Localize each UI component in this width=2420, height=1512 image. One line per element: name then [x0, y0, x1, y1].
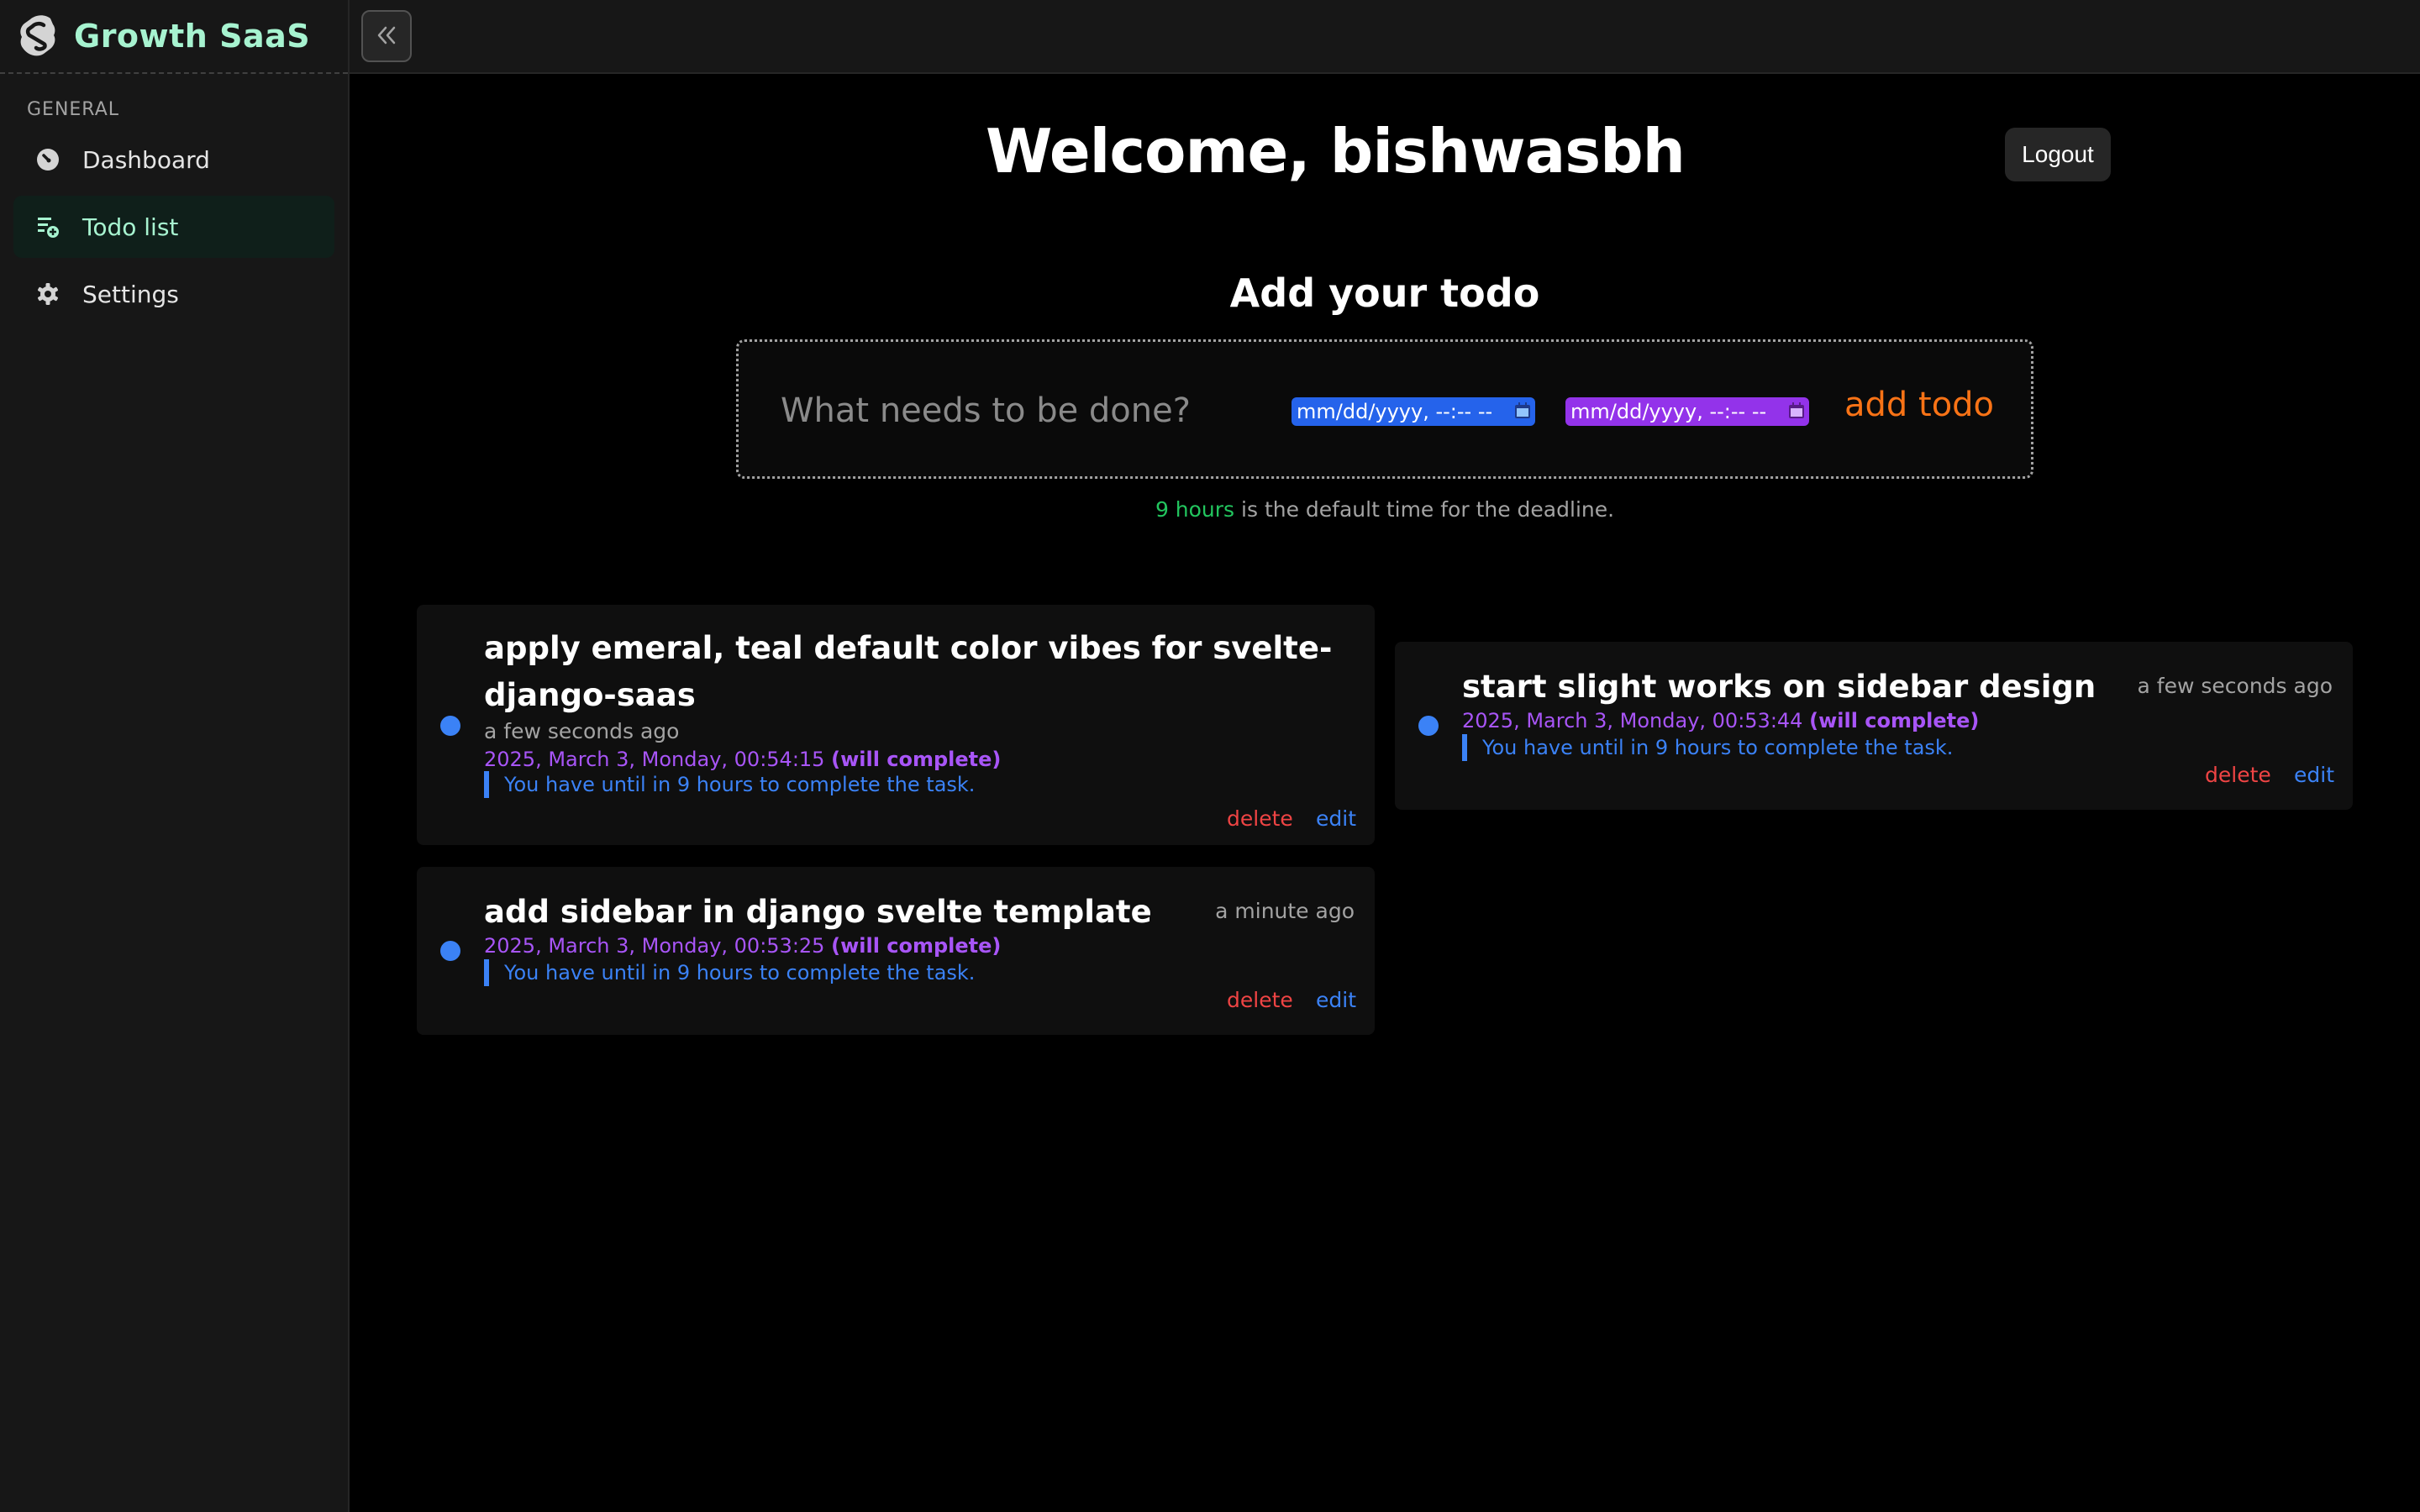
edit-button[interactable]: edit [2294, 763, 2334, 787]
topbar [350, 0, 2420, 74]
todo-status: (will complete) [831, 934, 1002, 958]
delete-button[interactable]: delete [1227, 988, 1293, 1012]
todo-note: You have until in 9 hours to complete th… [484, 959, 975, 986]
todo-deadline: 2025, March 3, Monday, 00:53:25 (will co… [484, 934, 1001, 958]
todo-card: start slight works on sidebar design a f… [1395, 642, 2353, 810]
todo-note: You have until in 9 hours to complete th… [484, 771, 975, 798]
collapse-sidebar-button[interactable] [361, 10, 412, 62]
app-name: Growth SaaS [74, 18, 311, 55]
todo-title: add sidebar in django svelte template [484, 894, 1152, 930]
todo-deadline: 2025, March 3, Monday, 00:53:44 (will co… [1462, 709, 1979, 732]
todo-title: apply emeral, teal default color vibes f… [484, 630, 1333, 713]
sidebar: Growth SaaS GENERAL Dashboard Todo list … [0, 0, 350, 1512]
chevrons-left-icon [376, 25, 397, 48]
todo-deadline-date: 2025, March 3, Monday, 00:53:25 [484, 934, 825, 958]
todo-created-time: a few seconds ago [2137, 674, 2333, 698]
add-todo-button[interactable]: add todo [1844, 386, 1994, 424]
deadline-hint: 9 hours is the default time for the dead… [0, 497, 2420, 522]
add-todo-form: mm/dd/yyyy, --:-- -- mm/dd/yyyy, --:-- -… [736, 339, 2033, 479]
dashboard-icon [35, 147, 60, 172]
start-datetime-value: mm/dd/yyyy, --:-- -- [1297, 400, 1493, 423]
todo-card: apply emeral, teal default color vibes f… [417, 605, 1375, 845]
sidebar-item-label: Todo list [82, 213, 179, 241]
start-datetime-input[interactable]: mm/dd/yyyy, --:-- -- [1292, 397, 1535, 426]
delete-button[interactable]: delete [1227, 806, 1293, 831]
end-datetime-input[interactable]: mm/dd/yyyy, --:-- -- [1565, 397, 1809, 426]
todo-deadline: 2025, March 3, Monday, 00:54:15 (will co… [484, 748, 1001, 771]
status-dot[interactable] [440, 941, 460, 961]
status-dot[interactable] [1418, 716, 1439, 736]
logout-button[interactable]: Logout [2005, 128, 2111, 181]
page-title: Welcome, bishwasbh [986, 116, 1686, 186]
todo-list-icon [35, 214, 60, 239]
hint-highlight: 9 hours [1155, 497, 1235, 522]
edit-button[interactable]: edit [1316, 806, 1356, 831]
todo-created-time: a minute ago [1215, 899, 1355, 923]
todo-card: add sidebar in django svelte template a … [417, 867, 1375, 1035]
calendar-icon[interactable] [1787, 402, 1806, 420]
end-datetime-value: mm/dd/yyyy, --:-- -- [1570, 400, 1767, 423]
todo-created-time: a few seconds ago [484, 719, 680, 743]
sidebar-item-label: Dashboard [82, 145, 210, 174]
hint-text: is the default time for the deadline. [1234, 497, 1615, 522]
add-todo-heading: Add your todo [1229, 270, 1540, 316]
edit-button[interactable]: edit [1316, 988, 1356, 1012]
todo-note: You have until in 9 hours to complete th… [1462, 734, 1953, 761]
sidebar-item-dashboard[interactable]: Dashboard [13, 129, 334, 191]
todo-deadline-date: 2025, March 3, Monday, 00:53:44 [1462, 709, 1803, 732]
calendar-icon[interactable] [1513, 402, 1532, 420]
delete-button[interactable]: delete [2205, 763, 2271, 787]
sidebar-section-label: GENERAL [27, 99, 120, 120]
todo-deadline-date: 2025, March 3, Monday, 00:54:15 [484, 748, 825, 771]
status-dot[interactable] [440, 716, 460, 736]
sidebar-item-todo-list[interactable]: Todo list [13, 196, 334, 258]
todo-status: (will complete) [1809, 709, 1980, 732]
todo-title-input[interactable] [781, 386, 1251, 436]
svelte-logo-icon [18, 13, 57, 59]
brand[interactable]: Growth SaaS [0, 0, 348, 74]
todo-status: (will complete) [831, 748, 1002, 771]
todo-title: start slight works on sidebar design [1462, 669, 2096, 705]
